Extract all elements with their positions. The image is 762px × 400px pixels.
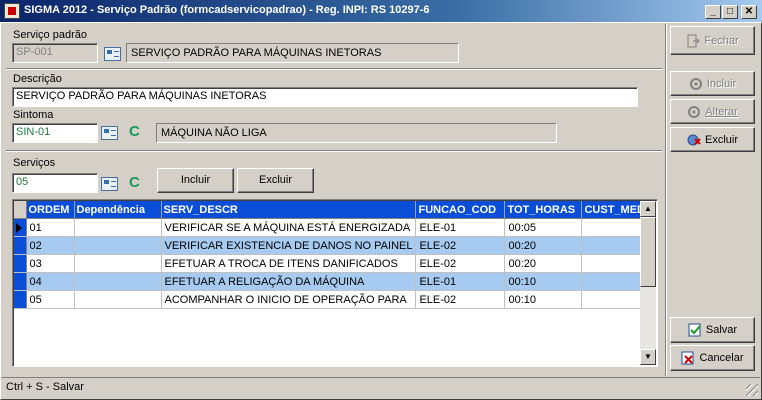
incluir-label: Incluir — [706, 77, 737, 90]
scroll-thumb[interactable] — [640, 217, 656, 287]
close-window-button[interactable]: ✕ — [741, 5, 757, 19]
sintoma-label: Sintoma — [13, 109, 54, 121]
sidebar-divider — [665, 24, 667, 376]
cancelar-button[interactable]: Cancelar — [670, 345, 755, 371]
row-indicator — [14, 236, 27, 255]
cell-funcao-cod[interactable]: ELE-01 — [415, 218, 506, 237]
sintoma-lookup-icon[interactable] — [101, 126, 118, 140]
cell-serv-descr[interactable]: EFETUAR A RELIGAÇÃO DA MÁQUINA — [161, 272, 417, 291]
app-icon[interactable] — [4, 3, 20, 19]
table-row[interactable]: 01 VERIFICAR SE A MÁQUINA ESTÁ ENERGIZAD… — [14, 218, 655, 237]
row-indicator — [14, 218, 27, 237]
scroll-up-button[interactable]: ▲ — [640, 201, 656, 217]
incluir-button[interactable]: Incluir — [670, 71, 755, 96]
cell-tot-horas[interactable]: 00:10 — [504, 272, 583, 291]
fechar-label: Fechar — [704, 34, 739, 47]
grid-vertical-scrollbar[interactable]: ▲ ▼ — [640, 201, 656, 365]
status-hint: Ctrl + S - Salvar — [6, 381, 84, 393]
salvar-button[interactable]: Salvar — [670, 317, 755, 343]
servicos-cadastro-icon[interactable]: C — [129, 174, 140, 191]
row-indicator — [14, 254, 27, 273]
row-indicator — [14, 290, 27, 309]
status-bar: Ctrl + S - Salvar — [2, 377, 760, 398]
cell-dependencia[interactable] — [74, 290, 162, 309]
cell-ordem[interactable]: 03 — [26, 254, 75, 273]
servicos-incluir-button[interactable]: Incluir — [157, 168, 234, 193]
col-header-dependencia[interactable]: Dependência — [74, 201, 162, 219]
maximize-button[interactable]: □ — [722, 5, 738, 19]
servicos-label: Serviços — [13, 157, 56, 169]
servicos-table: ORDEM Dependência SERV_DESCR FUNCAO_COD … — [14, 201, 655, 309]
cell-ordem[interactable]: 01 — [26, 218, 75, 237]
excluir-label: Excluir — [704, 133, 738, 146]
delete-icon — [687, 134, 701, 145]
servicos-excluir-button[interactable]: Excluir — [237, 168, 314, 193]
servicos-code-field[interactable]: 05 — [12, 173, 98, 193]
cell-ordem[interactable]: 05 — [26, 290, 75, 309]
divider — [6, 150, 662, 152]
col-header-funcao-cod[interactable]: FUNCAO_COD — [415, 201, 506, 219]
descricao-input[interactable]: SERVIÇO PADRÃO PARA MÁQUINAS INETORAS — [12, 87, 638, 107]
window-title: SIGMA 2012 - Serviço Padrão (formcadserv… — [24, 4, 430, 16]
cell-tot-horas[interactable]: 00:20 — [504, 236, 583, 255]
gear-add-icon — [689, 77, 702, 90]
servicos-lookup-icon[interactable] — [101, 177, 118, 191]
cell-serv-descr[interactable]: EFETUAR A TROCA DE ITENS DANIFICADOS — [161, 254, 417, 273]
servico-padrao-description: SERVIÇO PADRÃO PARA MÁQUINAS INETORAS — [126, 43, 459, 63]
cell-ordem[interactable]: 02 — [26, 236, 75, 255]
scroll-down-button[interactable]: ▼ — [640, 349, 656, 365]
cell-serv-descr[interactable]: VERIFICAR SE A MÁQUINA ESTÁ ENERGIZADA — [161, 218, 417, 237]
servico-padrao-lookup-icon[interactable] — [104, 47, 121, 61]
servicos-grid[interactable]: ORDEM Dependência SERV_DESCR FUNCAO_COD … — [12, 199, 658, 367]
grid-header-indicator — [14, 201, 27, 219]
cell-dependencia[interactable] — [74, 254, 162, 273]
cell-tot-horas[interactable]: 00:20 — [504, 254, 583, 273]
cell-ordem[interactable]: 04 — [26, 272, 75, 291]
cancelar-label: Cancelar — [699, 352, 744, 364]
cell-funcao-cod[interactable]: ELE-02 — [415, 290, 506, 309]
save-check-icon — [688, 323, 701, 337]
cell-funcao-cod[interactable]: ELE-02 — [415, 254, 506, 273]
servico-padrao-code-field[interactable]: SP-001 — [12, 43, 98, 63]
col-header-serv-descr[interactable]: SERV_DESCR — [161, 201, 417, 219]
gear-edit-icon — [688, 105, 701, 118]
salvar-label: Salvar — [705, 324, 738, 336]
sintoma-cadastro-icon[interactable]: C — [129, 123, 140, 140]
row-indicator — [14, 272, 27, 291]
grid-header-row: ORDEM Dependência SERV_DESCR FUNCAO_COD … — [14, 201, 655, 219]
cell-serv-descr[interactable]: ACOMPANHAR O INICIO DE OPERAÇÃO PARA — [161, 290, 417, 309]
cell-tot-horas[interactable]: 00:10 — [504, 290, 583, 309]
descricao-label: Descrição — [13, 73, 62, 85]
col-header-tot-horas[interactable]: TOT_HORAS — [504, 201, 583, 219]
door-exit-icon — [687, 34, 701, 47]
cell-dependencia[interactable] — [74, 236, 162, 255]
resize-grip-icon[interactable] — [746, 384, 758, 396]
alterar-button[interactable]: Alterar — [670, 99, 755, 124]
minimize-button[interactable]: _ — [705, 5, 721, 19]
current-row-pointer-icon — [16, 222, 22, 233]
cell-dependencia[interactable] — [74, 272, 162, 291]
cell-funcao-cod[interactable]: ELE-02 — [415, 236, 506, 255]
sintoma-description: MÁQUINA NÃO LIGA — [156, 123, 557, 143]
servico-padrao-label: Serviço padrão — [13, 29, 87, 41]
table-row[interactable]: 04 EFETUAR A RELIGAÇÃO DA MÁQUINA ELE-01… — [14, 272, 655, 291]
cell-serv-descr[interactable]: VERIFICAR EXISTENCIA DE DANOS NO PAINEL — [161, 236, 417, 255]
cancel-icon — [681, 351, 694, 365]
sintoma-code-field[interactable]: SIN-01 — [12, 123, 98, 143]
cell-dependencia[interactable] — [74, 218, 162, 237]
title-bar: SIGMA 2012 - Serviço Padrão (formcadserv… — [0, 0, 762, 22]
cell-funcao-cod[interactable]: ELE-01 — [415, 272, 506, 291]
col-header-ordem[interactable]: ORDEM — [26, 201, 75, 219]
table-row[interactable]: 05 ACOMPANHAR O INICIO DE OPERAÇÃO PARA … — [14, 290, 655, 309]
alterar-label: Alterar — [705, 105, 738, 118]
table-row[interactable]: 02 VERIFICAR EXISTENCIA DE DANOS NO PAIN… — [14, 236, 655, 255]
divider — [6, 68, 662, 70]
table-row[interactable]: 03 EFETUAR A TROCA DE ITENS DANIFICADOS … — [14, 254, 655, 273]
excluir-button[interactable]: Excluir — [670, 127, 755, 152]
fechar-button[interactable]: Fechar — [670, 26, 755, 55]
cell-tot-horas[interactable]: 00:05 — [504, 218, 583, 237]
